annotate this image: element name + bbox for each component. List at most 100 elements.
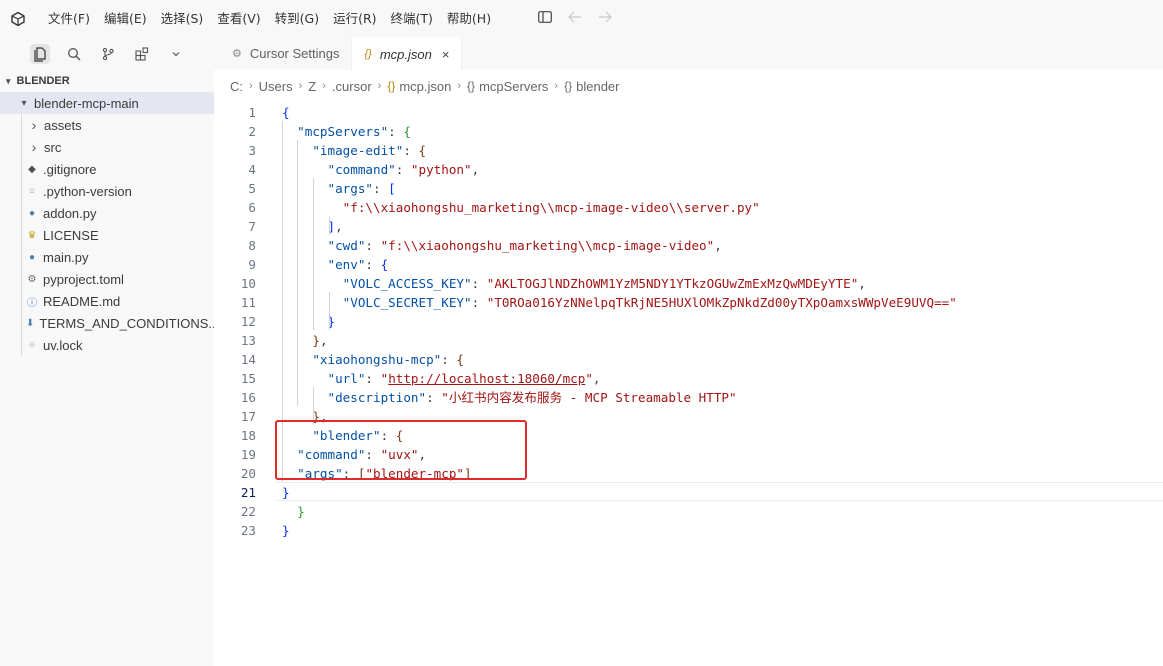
code-text: "xiaohongshu-mcp": { <box>282 350 464 369</box>
explorer-sidebar: ▾ BLENDER ▾ blender-mcp-main › assets › src… <box>0 70 214 666</box>
code-line: 2 "mcpServers": { <box>214 122 1163 141</box>
code-token: "args" <box>327 181 374 196</box>
file-row[interactable]: ≡ uv.lock <box>0 334 214 356</box>
chevron-down-icon[interactable] <box>166 44 186 64</box>
gear-icon: ⚙ <box>27 273 37 285</box>
file-label: assets <box>44 117 82 133</box>
extensions-icon[interactable] <box>132 44 152 64</box>
line-number: 7 <box>248 219 256 234</box>
object-icon: {} <box>564 79 573 93</box>
code-token: "url" <box>327 371 366 386</box>
code-text: } <box>282 502 305 521</box>
menu-item[interactable]: 转到(G) <box>268 0 326 37</box>
forward-arrow-icon[interactable] <box>598 11 612 27</box>
annotation-highlight-box <box>275 420 527 480</box>
menu-item[interactable]: 编辑(E) <box>97 0 154 37</box>
folder-row[interactable]: ▾ blender-mcp-main <box>0 92 214 114</box>
menu-item[interactable]: 选择(S) <box>154 0 211 37</box>
code-text: "url": "http://localhost:18060/mcp", <box>282 369 601 388</box>
code-token: "mcpServers" <box>297 124 389 139</box>
file-row[interactable]: ≡ .python-version <box>0 180 214 202</box>
file-label: TERMS_AND_CONDITIONS.... <box>39 315 214 331</box>
breadcrumb-item[interactable]: .cursor <box>332 79 372 94</box>
file-row[interactable]: › src <box>0 136 214 158</box>
line-number: 9 <box>248 257 256 272</box>
file-row[interactable]: ♛ LICENSE <box>0 224 214 246</box>
file-row[interactable]: ● main.py <box>0 246 214 268</box>
breadcrumb-item[interactable]: Users <box>259 79 293 94</box>
tab-bar: ⚙ Cursor Settings {} mcp.json × <box>214 37 1163 70</box>
code-token: { <box>418 143 427 158</box>
code-token: "AKLTOGJlNDZhOWM1YzM5NDY1YTkzOGUwZmExMzQ… <box>486 276 859 291</box>
breadcrumb-item[interactable]: blender <box>576 79 619 94</box>
close-icon[interactable]: × <box>442 47 450 62</box>
json-icon: {} <box>387 79 396 93</box>
code-token: "小红书内容发布服务 - MCP Streamable HTTP" <box>441 390 737 405</box>
code-editor[interactable]: 1{2 "mcpServers": {3 "image-edit": {4 "c… <box>214 102 1163 666</box>
file-row[interactable]: ⚙ pyproject.toml <box>0 268 214 290</box>
git-icon: ◆ <box>28 163 36 175</box>
code-text: "VOLC_SECRET_KEY": "T0ROa016YzNNelpqTkRj… <box>282 293 957 312</box>
menu-item[interactable]: 运行(R) <box>326 0 383 37</box>
tab-mcp-json[interactable]: {} mcp.json × <box>352 37 463 70</box>
code-token: : <box>365 371 381 386</box>
code-token: "f:\\xiaohongshu_marketing\\mcp-image-vi… <box>342 200 760 215</box>
back-arrow-icon[interactable] <box>568 11 582 27</box>
folder-label: blender-mcp-main <box>34 95 139 111</box>
line-number: 13 <box>240 333 256 348</box>
code-token: , <box>471 162 480 177</box>
tab-cursor-settings[interactable]: ⚙ Cursor Settings <box>214 37 353 70</box>
file-row[interactable]: ⬇ TERMS_AND_CONDITIONS.... <box>0 312 214 334</box>
menu-item[interactable]: 终端(T) <box>384 0 440 37</box>
indent-guide <box>329 216 330 235</box>
search-icon[interactable] <box>64 44 84 64</box>
chevron-right-icon: › <box>554 80 559 92</box>
code-token: "python" <box>410 162 472 177</box>
explorer-icon[interactable] <box>30 43 50 64</box>
breadcrumb-item[interactable]: mcpServers <box>479 79 548 94</box>
menu-item[interactable]: 文件(F) <box>41 0 97 37</box>
breadcrumb-item[interactable]: C: <box>230 79 243 94</box>
menu-item[interactable]: 查看(V) <box>210 0 267 37</box>
line-number: 15 <box>240 371 256 386</box>
code-token: : <box>426 390 442 405</box>
toggle-sidebar-icon[interactable] <box>538 10 552 27</box>
file-row[interactable]: › assets <box>0 114 214 136</box>
file-row[interactable]: ◆ .gitignore <box>0 158 214 180</box>
code-token: } <box>297 504 305 519</box>
code-token: "VOLC_ACCESS_KEY" <box>342 276 472 291</box>
file-label: LICENSE <box>43 227 99 243</box>
code-line: 16 "description": "小红书内容发布服务 - MCP Strea… <box>214 388 1163 407</box>
indent-guide <box>297 140 298 406</box>
code-token: , <box>592 371 601 386</box>
file-label: addon.py <box>43 205 97 221</box>
code-line: 7 ], <box>214 217 1163 236</box>
breadcrumb-item[interactable]: Z <box>308 79 316 94</box>
explorer-section-header[interactable]: ▾ BLENDER <box>0 70 214 92</box>
code-token: : <box>403 143 419 158</box>
code-token: : <box>365 238 381 253</box>
file-label: main.py <box>43 249 89 265</box>
file-row[interactable]: ⓘ README.md <box>0 290 214 312</box>
code-token: , <box>319 333 328 348</box>
code-text: "cwd": "f:\\xiaohongshu_marketing\\mcp-i… <box>282 236 722 255</box>
line-number: 4 <box>248 162 256 177</box>
code-line: 23} <box>214 521 1163 540</box>
line-number: 11 <box>240 295 256 310</box>
file-row[interactable]: ● addon.py <box>0 202 214 224</box>
code-token: { <box>282 105 290 120</box>
activity-toolbar <box>0 37 214 70</box>
python-icon: ● <box>28 207 36 219</box>
source-control-icon[interactable] <box>98 44 118 64</box>
line-number: 23 <box>240 523 256 538</box>
breadcrumb-item[interactable]: mcp.json <box>399 79 451 94</box>
code-token: : <box>471 295 487 310</box>
code-token: : <box>395 162 411 177</box>
code-text: { <box>282 103 290 122</box>
info-icon: ⓘ <box>27 297 37 309</box>
line-number: 17 <box>240 409 256 424</box>
line-number: 10 <box>240 276 256 291</box>
menu-item[interactable]: 帮助(H) <box>440 0 498 37</box>
